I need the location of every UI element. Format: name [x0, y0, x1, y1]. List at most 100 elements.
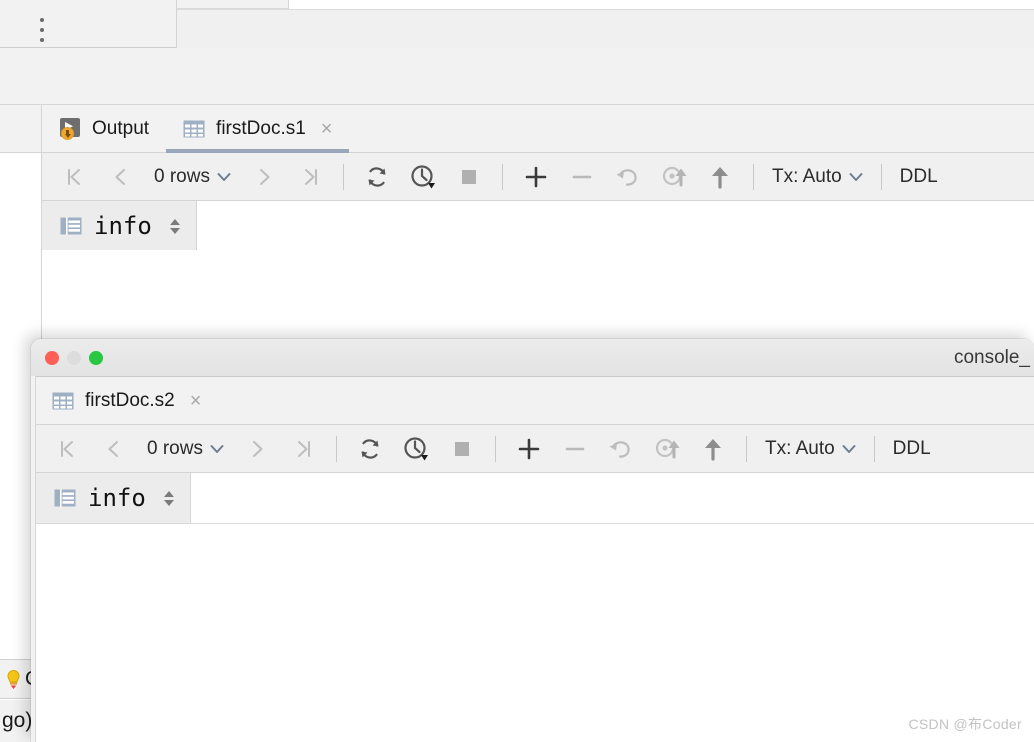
subtab-info-label: info	[88, 484, 146, 512]
submit-commit-button[interactable]	[644, 432, 690, 466]
subtab-info-label: info	[94, 212, 152, 240]
upload-button[interactable]	[690, 432, 736, 466]
tab-firstdoc-s2[interactable]: firstDoc.s2 ×	[35, 377, 218, 424]
sort-arrows-icon[interactable]	[169, 218, 180, 234]
query-time-button[interactable]	[400, 160, 446, 194]
revert-button[interactable]	[598, 432, 644, 466]
ddl-label: DDL	[892, 437, 931, 459]
top-tab-stub	[177, 0, 289, 9]
first-page-button[interactable]	[45, 432, 91, 466]
close-window-button[interactable]	[45, 350, 59, 365]
kebab-menu-icon[interactable]	[39, 18, 45, 42]
console-window: console_ firstDoc.s2 × 0 rows Tx: Auto D…	[31, 339, 1034, 742]
minimize-window-button[interactable]	[67, 350, 81, 365]
tab-output-label: Output	[92, 117, 150, 139]
chevron-down-icon	[849, 172, 863, 181]
stop-button[interactable]	[439, 432, 485, 466]
query-time-button[interactable]	[393, 432, 439, 466]
reload-icon	[368, 166, 386, 187]
stop-button[interactable]	[446, 160, 492, 194]
up-arrow-icon	[711, 166, 728, 189]
toolbar-separator	[752, 163, 754, 190]
table-grid-icon	[52, 392, 74, 409]
window2-subtabstrip: info	[31, 473, 1034, 524]
chevron-down-icon	[210, 444, 224, 453]
window2-titlebar[interactable]: console_	[31, 339, 1034, 377]
toolbar-separator	[745, 435, 747, 462]
minus-icon	[572, 175, 592, 178]
window2-result-grid	[31, 559, 1034, 742]
chevron-right-icon	[259, 168, 270, 185]
next-page-button[interactable]	[234, 432, 280, 466]
tab-close-icon[interactable]: ×	[190, 391, 202, 411]
toolbar-separator	[873, 435, 875, 462]
upload-button[interactable]	[697, 160, 743, 194]
first-page-icon	[61, 440, 73, 457]
reload-icon	[361, 438, 379, 459]
tab-firstdoc-s2-label: firstDoc.s2	[85, 389, 175, 411]
tx-mode-dropdown[interactable]: Tx: Auto	[764, 160, 871, 194]
toolbar-separator	[335, 435, 337, 462]
window1-toolbar: 0 rows Tx: Auto DDL	[42, 153, 1034, 201]
status-fragment-text: go)	[2, 709, 33, 732]
sort-arrows-icon[interactable]	[163, 490, 174, 506]
chevron-left-icon	[108, 440, 118, 457]
tx-mode-label: Tx: Auto	[771, 165, 842, 187]
tx-mode-dropdown[interactable]: Tx: Auto	[757, 432, 864, 466]
last-page-button[interactable]	[280, 432, 326, 466]
tab-firstdoc-s1-label: firstDoc.s1	[216, 117, 306, 139]
remove-row-button[interactable]	[559, 160, 605, 194]
prev-page-button[interactable]	[98, 160, 144, 194]
window1-tabstrip: Output firstDoc.s1 ×	[42, 105, 1034, 153]
bulb-glyph	[7, 670, 20, 689]
db-upload-icon	[662, 166, 687, 186]
window2-title: console_	[953, 346, 1030, 368]
up-arrow-icon	[704, 438, 721, 461]
submit-commit-button[interactable]	[651, 160, 697, 194]
tab-output[interactable]: Output	[42, 105, 166, 152]
chevron-down-icon	[842, 444, 856, 453]
add-row-button[interactable]	[513, 160, 559, 194]
revert-button[interactable]	[605, 160, 651, 194]
editor-gap-panel	[0, 48, 1034, 105]
last-page-icon	[304, 168, 317, 185]
left-rail-header	[0, 105, 41, 153]
row-count-dropdown[interactable]: 0 rows	[137, 432, 234, 466]
toolbar-separator	[880, 163, 882, 190]
top-right-blank	[289, 0, 1034, 8]
plus-icon	[518, 438, 540, 459]
reload-button[interactable]	[354, 160, 400, 194]
traffic-lights	[31, 350, 103, 365]
clock-icon	[404, 436, 428, 460]
ddl-button[interactable]: DDL	[885, 432, 939, 466]
tab-firstdoc-s1[interactable]: firstDoc.s1 ×	[166, 105, 350, 153]
add-row-button[interactable]	[506, 432, 552, 466]
plus-icon	[525, 166, 547, 187]
remove-row-button[interactable]	[552, 432, 598, 466]
last-page-icon	[297, 440, 310, 457]
window1-subtabstrip: info	[42, 201, 1034, 252]
toolbar-separator	[501, 163, 503, 190]
next-page-button[interactable]	[241, 160, 287, 194]
table-grid-icon	[60, 217, 82, 235]
window2-toolbar: 0 rows Tx: Auto DDL	[31, 425, 1034, 473]
zoom-window-button[interactable]	[89, 350, 103, 365]
top-toolbar-panel	[177, 9, 1034, 49]
subtab-info[interactable]: info	[35, 473, 191, 523]
chevron-left-icon	[115, 168, 125, 185]
undo-arrow-icon	[609, 440, 630, 458]
stop-square-icon	[454, 441, 469, 456]
undo-arrow-icon	[616, 168, 637, 186]
ddl-button[interactable]: DDL	[892, 160, 946, 194]
row-count-label: 0 rows	[147, 437, 203, 459]
subtab-info[interactable]: info	[42, 201, 197, 251]
last-page-button[interactable]	[287, 160, 333, 194]
row-count-dropdown[interactable]: 0 rows	[144, 160, 241, 194]
prev-page-button[interactable]	[91, 432, 137, 466]
first-page-button[interactable]	[52, 160, 98, 194]
tab-close-icon[interactable]: ×	[321, 119, 333, 139]
chevron-down-icon	[217, 172, 231, 181]
reload-button[interactable]	[347, 432, 393, 466]
toolbar-separator	[342, 163, 344, 190]
toolbar-separator	[494, 435, 496, 462]
